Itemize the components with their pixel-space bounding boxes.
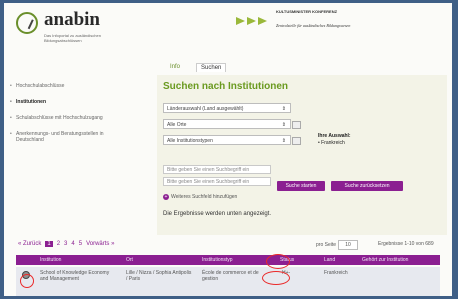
sidebar-item-degrees[interactable]: Hochschulabschlüsse — [10, 83, 130, 89]
per-page-select[interactable]: 10 — [338, 240, 359, 250]
column-institution[interactable]: Institution — [40, 255, 61, 265]
row-icon-annotation — [20, 274, 34, 288]
search-input-1[interactable]: Bitte geben Sie einen Suchbegriff ein — [163, 165, 271, 174]
per-page-control: pro Seite 10 — [316, 240, 359, 250]
column-place[interactable]: Ort — [126, 255, 133, 265]
search-start-button[interactable]: Suche starten — [277, 181, 325, 191]
status-header-annotation — [266, 254, 290, 269]
table-row[interactable]: School of Knowledge Economy and Manageme… — [16, 267, 440, 296]
brand-subtitle: Das Infoportal zu ausländischen Bildungs… — [44, 33, 101, 43]
pagination-prev[interactable]: « Zurück — [18, 241, 41, 247]
chevron-down-icon: ⇕ — [281, 138, 286, 144]
page-4[interactable]: 4 — [71, 241, 74, 247]
results-message: Die Ergebnisse werden unten angezeigt. — [163, 211, 272, 217]
selection-summary: Ihre Auswahl: • Frankreich — [318, 133, 351, 147]
page-1[interactable]: 1 — [45, 241, 53, 247]
kmk-title: KULTUSMINISTER KONFERENZ — [276, 9, 338, 14]
tabs: Info Suchen — [166, 63, 227, 72]
search-input-2[interactable]: Bitte geben Sie einen Suchbegriff ein — [163, 177, 271, 186]
kmk-subtitle: Zentralstelle für ausländisches Bildungs… — [276, 23, 351, 28]
column-parent[interactable]: Gehört zur Institution — [362, 255, 408, 265]
sidebar-item-recognition-offices[interactable]: Anerkennungs- und Beratungsstellen in De… — [10, 131, 130, 143]
page-title: Suchen nach Institutionen — [163, 81, 289, 92]
info-icon[interactable] — [292, 137, 301, 145]
pagination: « Zurück 1 2 3 4 5 Vorwärts » — [18, 241, 114, 247]
selection-item: • Frankreich — [318, 140, 345, 146]
institution-place: Lille / Nizza / Sophia Antipolis / Paris — [126, 270, 192, 282]
city-select[interactable]: Alle Orte ⇕ — [163, 119, 301, 129]
chevron-down-icon: ⇕ — [281, 106, 286, 112]
tab-info[interactable]: Info — [166, 63, 184, 72]
column-country[interactable]: Land — [324, 255, 335, 265]
column-type[interactable]: Institutionstyp — [202, 255, 233, 265]
sidebar-item-school-certificates[interactable]: Schulabschlüsse mit Hochschulzugang — [10, 115, 130, 121]
search-reset-button[interactable]: Suche zurücksetzen — [331, 181, 403, 191]
brand-name: anabin — [44, 9, 100, 30]
info-icon[interactable] — [292, 121, 301, 129]
anabin-logo-icon — [16, 12, 38, 34]
plus-icon: + — [163, 194, 169, 200]
page-3[interactable]: 3 — [64, 241, 67, 247]
page: anabin Das Infoportal zu ausländischen B… — [4, 3, 452, 296]
institution-country: Frankreich — [324, 270, 348, 276]
chevron-down-icon: ⇕ — [281, 122, 286, 128]
add-search-field[interactable]: + Weiteres Suchfeld hinzufügen — [163, 194, 237, 200]
results-range: Ergebnisse 1-10 von 689 — [378, 241, 434, 247]
header: anabin Das Infoportal zu ausländischen B… — [4, 3, 452, 61]
selection-title: Ihre Auswahl: — [318, 133, 351, 139]
institution-name[interactable]: School of Knowledge Economy and Manageme… — [40, 270, 118, 282]
page-2[interactable]: 2 — [57, 241, 60, 247]
sidebar-item-institutions[interactable]: Institutionen — [10, 99, 130, 105]
institution-type: École de commerce et de gestion — [202, 270, 259, 282]
page-5[interactable]: 5 — [79, 241, 82, 247]
search-panel: Suchen nach Institutionen Länderauswahl … — [157, 75, 447, 235]
institution-type-select[interactable]: Alle Institutionstypen ⇕ — [163, 135, 301, 145]
status-value-annotation — [262, 271, 290, 285]
country-select[interactable]: Länderauswahl (Land ausgewählt) ⇕ — [163, 103, 291, 113]
kmk-logo-icon — [236, 17, 267, 25]
sidebar: Hochschulabschlüsse Institutionen Schula… — [10, 83, 130, 153]
results-table-header: Institution Ort Institutionstyp Status L… — [16, 255, 440, 265]
pagination-next[interactable]: Vorwärts » — [86, 241, 114, 247]
tab-search[interactable]: Suchen — [196, 63, 227, 72]
